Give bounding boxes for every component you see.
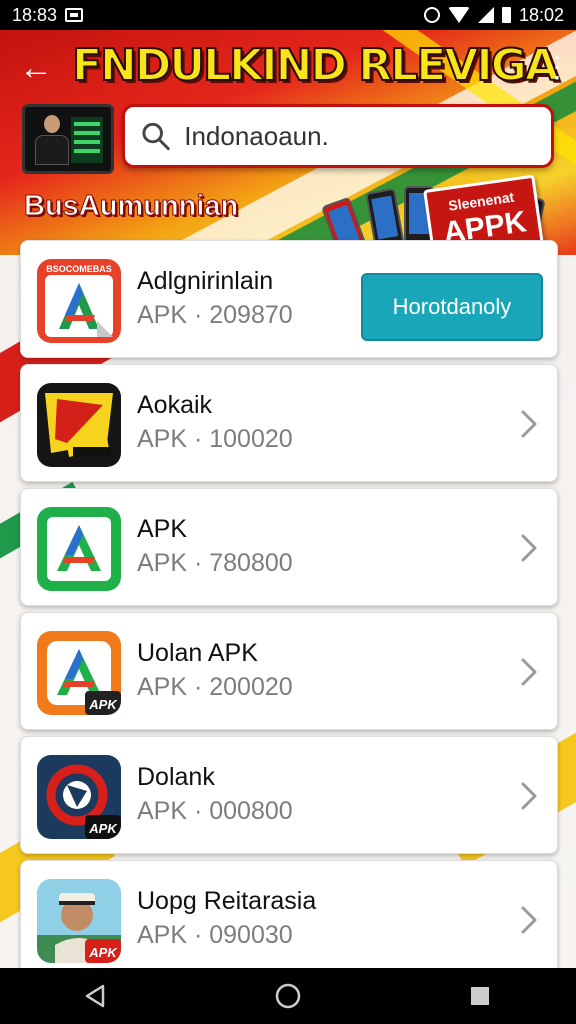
list-item[interactable]: APK Uopg Reitarasia APK · 090030 [20, 860, 558, 978]
app-meta: APK · 000800 [137, 797, 293, 825]
app-name: APK [137, 515, 188, 543]
battery-icon [501, 7, 511, 23]
app-name: Uolan APK [137, 639, 258, 667]
chevron-right-icon[interactable] [513, 655, 543, 689]
app-icon-graphic: APK [37, 755, 121, 839]
search-bar[interactable] [122, 104, 554, 168]
notification-icon [65, 8, 84, 22]
app-icon-graphic: APK [37, 879, 121, 963]
system-nav-bar [0, 968, 576, 1024]
list-item[interactable]: APK APK · 780800 [20, 488, 558, 606]
alarm-icon [423, 7, 440, 23]
status-time-left: 18:83 [12, 4, 58, 25]
icon-apk-label: APK [88, 945, 118, 960]
search-input[interactable] [184, 120, 535, 152]
app-name: Aokaik [137, 391, 213, 419]
orange-apk-icon: APK [37, 631, 121, 715]
screen-panel [71, 117, 103, 163]
app-meta: APK · 100020 [137, 425, 293, 453]
person-head [44, 115, 60, 133]
app-icon-graphic [37, 507, 121, 591]
status-bar: 18:83 18:02 [0, 0, 576, 30]
recents-nav-button[interactable] [460, 976, 500, 1016]
app-name: Uopg Reitarasia [137, 887, 317, 915]
list-item[interactable]: APK Uolan APK APK · 200020 [20, 612, 558, 730]
video-thumbnail[interactable] [22, 104, 114, 174]
yellow-ribbon-icon [37, 383, 121, 467]
recents-square-icon [471, 987, 489, 1005]
back-triangle-icon [85, 984, 105, 1008]
app-meta: APK · 209870 [137, 301, 293, 329]
chevron-right-icon[interactable] [513, 903, 543, 937]
chevron-right-icon[interactable] [513, 407, 543, 441]
app-meta: APK · 090030 [137, 921, 293, 949]
icon-apk-label: APK [88, 821, 118, 836]
app-name: Dolank [137, 763, 215, 791]
back-arrow-icon[interactable]: ← [16, 48, 56, 88]
app-list: BSOCOMEBAS Adlgnirinlain APK · 209870 Ho… [20, 240, 558, 984]
list-item[interactable]: Aokaik APK · 100020 [20, 364, 558, 482]
back-nav-button[interactable] [76, 976, 116, 1016]
status-time-right: 18:02 [518, 4, 564, 25]
app-meta: APK · 200020 [137, 673, 293, 701]
banner-title: FNDULKIND RLEVIGA [71, 39, 560, 92]
list-item[interactable]: APK Dolank APK · 000800 [20, 736, 558, 854]
status-left: 18:83 [12, 4, 84, 26]
home-nav-button[interactable] [268, 976, 308, 1016]
wifi-icon [447, 7, 470, 23]
icon-apk-label: APK [88, 697, 118, 712]
green-a-icon [37, 507, 121, 591]
app-icon-graphic: APK [37, 631, 121, 715]
signal-icon [477, 7, 494, 23]
person-body [35, 135, 69, 165]
app-icon-graphic [37, 383, 121, 467]
chevron-right-icon[interactable] [513, 779, 543, 813]
icon-header-text: BSOCOMEBAS [46, 264, 112, 274]
search-icon [142, 122, 170, 151]
status-right: 18:02 [423, 4, 564, 26]
chevron-right-icon[interactable] [513, 531, 543, 565]
home-circle-icon [275, 983, 301, 1009]
hero-banner: ← FNDULKIND RLEVIGA ⋮ BusAumunnian Sleen… [0, 30, 576, 255]
app-icon-graphic: BSOCOMEBAS [37, 259, 121, 343]
app-meta: APK · 780800 [137, 549, 293, 577]
person-apk-icon: APK [37, 879, 121, 963]
blue-ring-icon: APK [37, 755, 121, 839]
overflow-menu-icon[interactable]: ⋮ [542, 48, 572, 88]
list-item[interactable]: BSOCOMEBAS Adlgnirinlain APK · 209870 Ho… [20, 240, 558, 358]
app-name: Adlgnirinlain [137, 267, 274, 295]
orange-a-icon: BSOCOMEBAS [37, 259, 121, 343]
download-button[interactable]: Horotdanoly [361, 273, 543, 341]
banner-subtitle: BusAumunnian [23, 190, 239, 223]
person-figure [35, 115, 69, 169]
